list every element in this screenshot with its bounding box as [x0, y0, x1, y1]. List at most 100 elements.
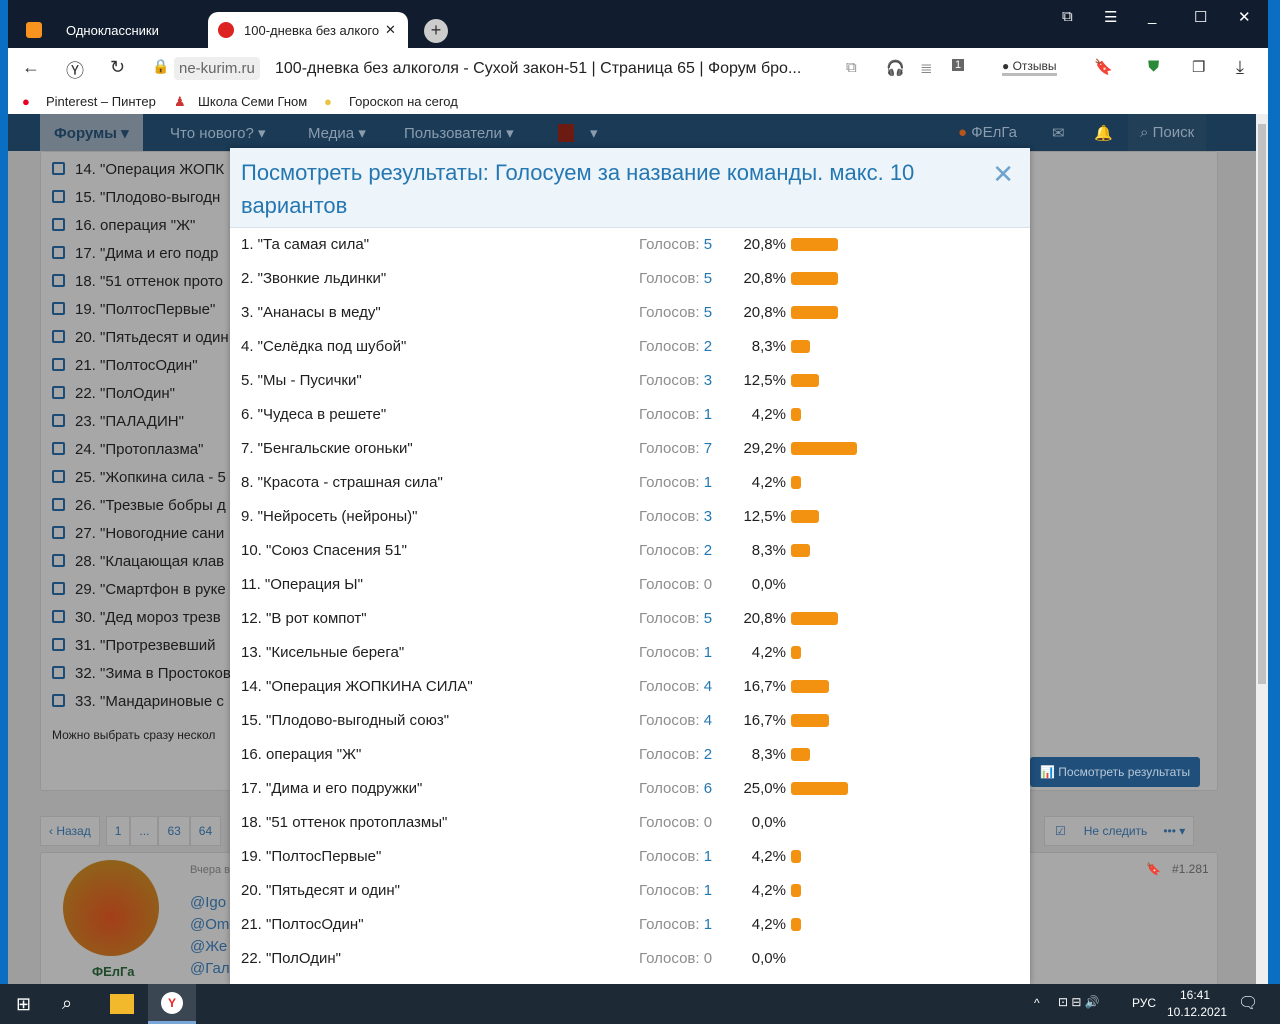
poll-option[interactable]: 31. "Протрезвевший — [52, 637, 216, 654]
checkbox[interactable] — [52, 526, 65, 539]
poll-option[interactable]: 18. "51 оттенок прото — [52, 273, 223, 290]
vote-count[interactable]: 1 — [704, 406, 712, 423]
vote-count[interactable]: 3 — [704, 372, 712, 389]
new-tab-button[interactable]: + — [424, 19, 448, 43]
yandex-icon[interactable]: Ⓨ — [66, 57, 84, 83]
file-explorer-icon[interactable] — [110, 994, 134, 1014]
vote-count[interactable]: 5 — [704, 236, 712, 253]
poll-option[interactable]: 33. "Мандариновые с — [52, 693, 224, 710]
poll-option[interactable]: 17. "Дима и его подр — [52, 245, 218, 262]
checkbox[interactable] — [52, 274, 65, 287]
scrollbar-thumb[interactable] — [1258, 124, 1266, 684]
mention[interactable]: @Igo — [190, 892, 230, 914]
maximize-icon[interactable]: ☐ — [1194, 8, 1207, 26]
poll-option[interactable]: 20. "Пятьдесят и один — [52, 329, 229, 346]
clock-time[interactable]: 16:41 — [1180, 988, 1210, 1002]
checkbox[interactable] — [52, 442, 65, 455]
checkbox[interactable] — [52, 386, 65, 399]
nav-whats-new[interactable]: Что нового? ▾ — [170, 124, 266, 142]
poll-option[interactable]: 15. "Плодово-выгодн — [52, 189, 220, 206]
checkbox[interactable] — [52, 414, 65, 427]
vote-count[interactable]: 1 — [704, 644, 712, 661]
tray-icons[interactable]: ⊡ ⊟ 🔊 — [1058, 995, 1100, 1009]
nav-forums[interactable]: Форумы ▾ — [40, 114, 143, 151]
checkbox[interactable] — [52, 330, 65, 343]
checkbox[interactable] — [52, 190, 65, 203]
vote-count[interactable]: 6 — [704, 780, 712, 797]
checkbox[interactable] — [52, 498, 65, 511]
vote-count[interactable]: 2 — [704, 542, 712, 559]
poll-option[interactable]: 32. "Зима в Простоков — [52, 665, 231, 682]
tab-forum[interactable]: 100-дневка без алкоголя ✕ — [208, 12, 408, 48]
pager-page[interactable]: 1 — [105, 816, 131, 846]
checkbox[interactable] — [52, 638, 65, 651]
bookmark-pinterest[interactable]: Pinterest – Пинтер — [46, 94, 156, 109]
vote-count[interactable]: 4 — [704, 678, 712, 695]
windows-start-icon[interactable]: ⊞ — [16, 994, 31, 1015]
poll-option[interactable]: 26. "Трезвые бобры д — [52, 497, 226, 514]
vote-count[interactable]: 1 — [704, 848, 712, 865]
bookmark-horoscope[interactable]: Гороскоп на сегод — [349, 94, 458, 109]
pager-page[interactable]: 64 — [189, 816, 222, 846]
tray-chevron-icon[interactable]: ^ — [1034, 996, 1040, 1010]
checkbox[interactable] — [52, 358, 65, 371]
vote-count[interactable]: 1 — [704, 882, 712, 899]
author-name[interactable]: ФЕлГа — [92, 964, 134, 979]
pager-back[interactable]: ‹ Назад — [40, 816, 100, 846]
url-input[interactable]: 100-дневка без алкоголя - Сухой закон-51… — [275, 60, 801, 78]
poll-option[interactable]: 21. "ПолтосОдин" — [52, 357, 198, 374]
sos-icon[interactable] — [558, 124, 574, 142]
checkbox[interactable] — [52, 582, 65, 595]
checkbox[interactable] — [52, 694, 65, 707]
vote-count[interactable]: 4 — [704, 712, 712, 729]
close-icon[interactable]: ✕ — [992, 158, 1014, 191]
poll-option[interactable]: 25. "Жопкина сила - 5 — [52, 469, 226, 486]
language-indicator[interactable]: РУС — [1132, 996, 1156, 1010]
poll-option[interactable]: 16. операция "Ж" — [52, 217, 195, 234]
shield-icon[interactable]: ⛊ — [1148, 58, 1159, 75]
view-results-button[interactable]: 📊 Посмотреть результаты — [1030, 757, 1201, 787]
reviews-button[interactable]: ● Отзывы — [1002, 59, 1057, 76]
bookmark-icon[interactable]: 🔖 — [1094, 58, 1113, 76]
headphones-icon[interactable]: 🎧 — [886, 59, 905, 77]
download-icon[interactable]: ⤓ — [1236, 57, 1244, 78]
poll-option[interactable]: 27. "Новогодние сани — [52, 525, 224, 542]
checkbox[interactable] — [52, 162, 65, 175]
vote-count[interactable]: 3 — [704, 508, 712, 525]
inbox-icon[interactable]: ✉ — [1052, 124, 1065, 142]
collections-icon[interactable]: ❐ — [1192, 58, 1205, 76]
vote-count[interactable]: 2 — [704, 746, 712, 763]
reload-icon[interactable]: ↻ — [110, 57, 125, 78]
vote-count[interactable]: 2 — [704, 338, 712, 355]
poll-option[interactable]: 28. "Клацающая клав — [52, 553, 224, 570]
pager-page[interactable]: 63 — [158, 816, 190, 846]
poll-option[interactable]: 29. "Смартфон в руке — [52, 581, 226, 598]
clock-date[interactable]: 10.12.2021 — [1167, 1005, 1227, 1019]
mention[interactable]: @Гал — [190, 958, 230, 980]
unwatch-button[interactable]: Не следить — [1076, 817, 1156, 845]
poll-option[interactable]: 30. "Дед мороз трезв — [52, 609, 221, 626]
back-icon[interactable]: ← — [22, 57, 40, 78]
author-avatar[interactable] — [63, 860, 159, 956]
vote-count[interactable]: 1 — [704, 916, 712, 933]
checkbox[interactable] — [52, 470, 65, 483]
nav-search[interactable]: ⌕ Поиск — [1128, 114, 1207, 151]
vote-count[interactable]: 5 — [704, 270, 712, 287]
minimize-icon[interactable]: _ — [1148, 8, 1156, 25]
yandex-browser-taskbar[interactable]: Y — [148, 984, 196, 1024]
mention[interactable]: @Же — [190, 936, 230, 958]
nav-user[interactable]: ● ФЕлГа — [958, 124, 1017, 141]
poll-option[interactable]: 14. "Операция ЖОПК — [52, 161, 224, 178]
notifications-icon[interactable]: 🗨 — [1238, 993, 1258, 1013]
vote-count[interactable]: 1 — [704, 474, 712, 491]
page-scrollbar[interactable] — [1256, 114, 1268, 984]
tabs-icon[interactable]: ⧉ — [846, 59, 857, 76]
nav-users[interactable]: Пользователи ▾ — [404, 124, 514, 142]
mention[interactable]: @Om — [190, 914, 230, 936]
close-tab-icon[interactable]: ✕ — [385, 22, 396, 38]
poll-option[interactable]: 22. "ПолОдин" — [52, 385, 175, 402]
post-bookmark-icon[interactable]: 🔖 — [1146, 862, 1161, 876]
menu-icon[interactable]: ☰ — [1104, 8, 1117, 26]
nav-media[interactable]: Медиа ▾ — [308, 124, 366, 142]
bookmark-window-icon[interactable]: ⧉ — [1062, 8, 1073, 25]
